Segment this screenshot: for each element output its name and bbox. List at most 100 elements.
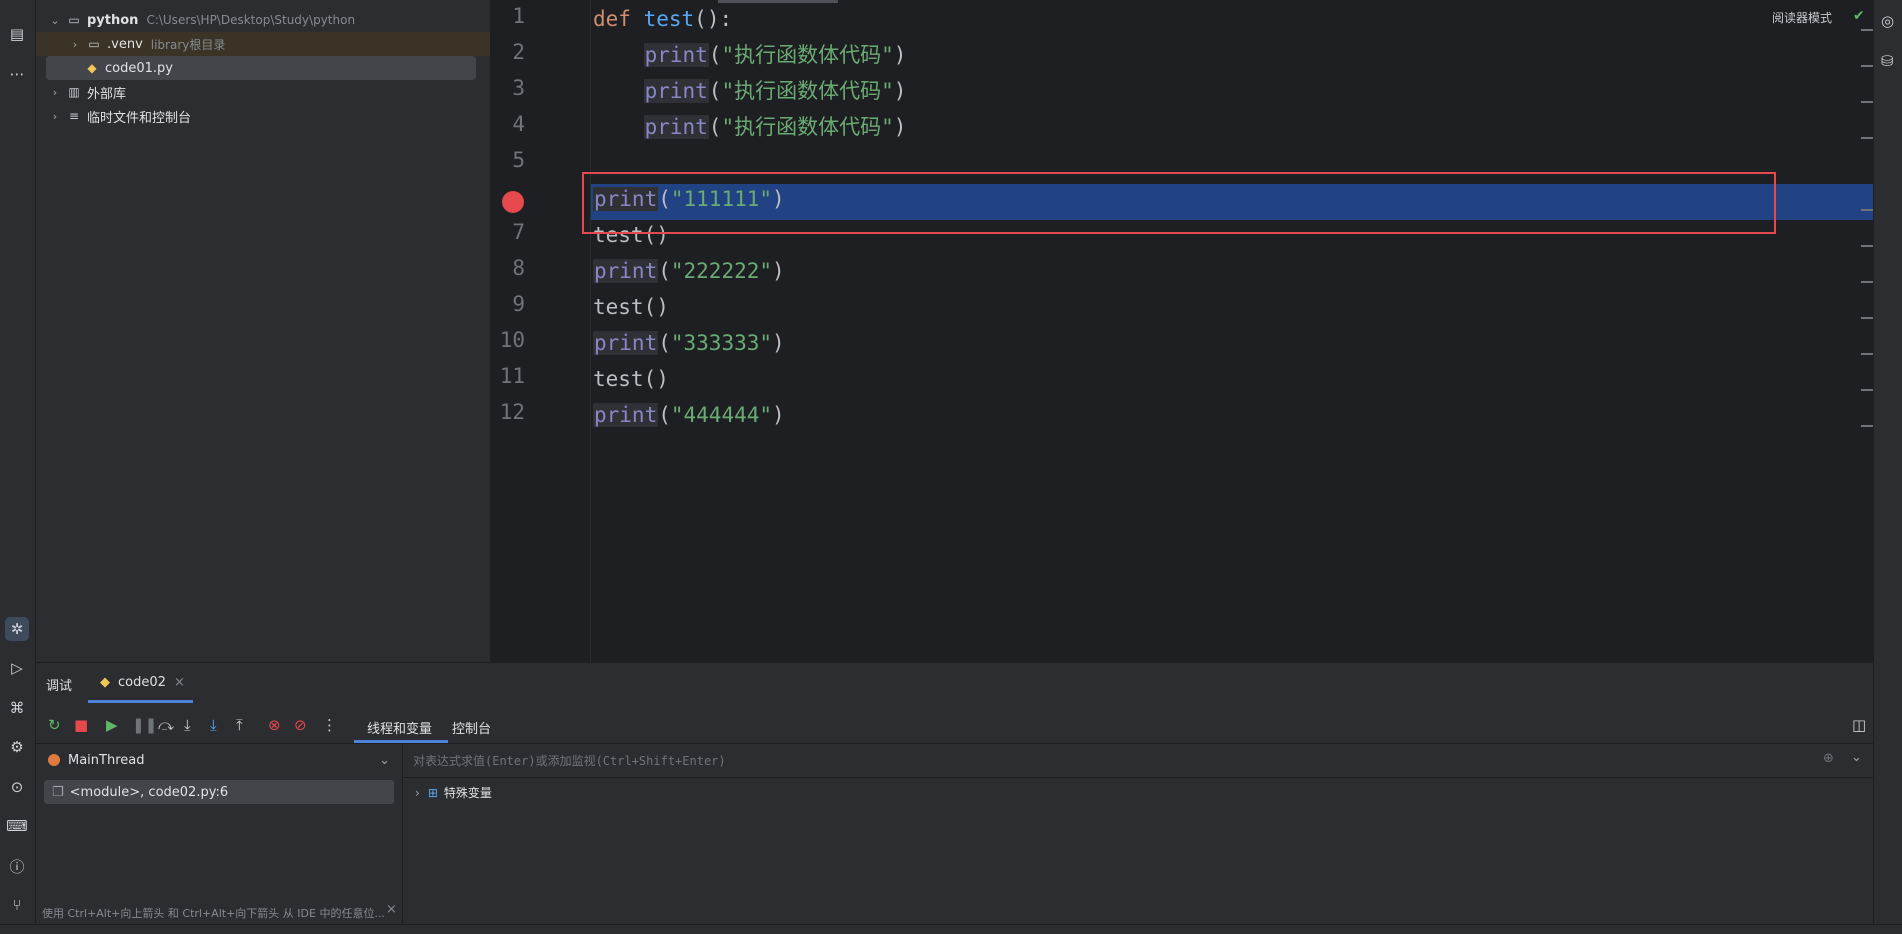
root-name: python	[87, 12, 139, 28]
tree-item-scratches[interactable]: › ≡ 临时文件和控制台	[36, 104, 490, 128]
pause-icon[interactable]: ❚❚	[132, 716, 157, 734]
frame-row[interactable]: ❐ <module>, code02.py:6	[44, 780, 394, 804]
python-file-icon: ◆	[100, 675, 110, 690]
chevron-down-icon[interactable]: ⌄	[1851, 750, 1862, 765]
resume-icon[interactable]: ▶	[106, 716, 118, 734]
terminal-icon[interactable]: ⌨	[5, 814, 29, 838]
more-icon[interactable]: ⋯	[5, 62, 29, 86]
code-line[interactable]: test()	[593, 361, 669, 397]
debug-title: 调试	[46, 679, 73, 694]
debug-toolbar: ↻ ■ ▶ ❚❚ ⤼ ⤓ ⤓ ⤒ ⊗ ⊘ ⋮ 线程和变量 控制台 ◫	[36, 707, 1873, 743]
git-icon[interactable]: ⑂	[5, 893, 29, 917]
line-gutter[interactable]: 1 2 3 4 5 7 8 9 10 11 12	[490, 0, 585, 662]
line-number[interactable]: 2	[490, 40, 525, 64]
scratches-icon: ≡	[68, 109, 80, 123]
code-line[interactable]: print("333333")	[593, 325, 785, 361]
python-packages-icon[interactable]: ⚙	[5, 735, 29, 759]
string-literal: "444444"	[670, 403, 773, 427]
code-line[interactable]: print("执行函数体代码")	[593, 37, 906, 73]
builtin-print: print	[643, 79, 709, 103]
line-number[interactable]: 4	[490, 112, 525, 136]
step-into-my-code-icon[interactable]: ⤓	[210, 716, 217, 734]
line-number[interactable]: 1	[490, 4, 525, 28]
reader-mode-button[interactable]: 阅读器模式	[1772, 9, 1832, 26]
activity-bar: ▤ ⋯ ✲ ▷ ⌘ ⚙ ⊙ ⌨ ⓘ ⑂	[0, 0, 36, 933]
chevron-right-icon[interactable]: ›	[415, 786, 420, 800]
string-literal: "执行函数体代码"	[721, 79, 894, 103]
tree-root[interactable]: ⌄ ▭ python C:\Users\HP\Desktop\Study\pyt…	[36, 8, 490, 32]
scrollbar-mark	[1861, 245, 1873, 247]
venv-hint: library根目录	[150, 37, 226, 52]
library-icon: ▥	[68, 85, 80, 99]
project-icon[interactable]: ▤	[5, 22, 29, 46]
close-icon[interactable]: ×	[174, 675, 185, 690]
builtin-print: print	[593, 331, 659, 355]
editor-scroll-indicator	[718, 0, 838, 3]
tree-item-venv[interactable]: › ▭ .venv library根目录	[36, 32, 490, 56]
eval-placeholder: 对表达式求值(Enter)或添加监视(Ctrl+Shift+Enter)	[413, 754, 726, 768]
chevron-right-icon[interactable]: ›	[68, 38, 82, 51]
code-line[interactable]: print("444444")	[593, 397, 785, 433]
tree-item-code01[interactable]: ◆ code01.py	[46, 56, 476, 80]
folder-icon: ▭	[88, 37, 100, 51]
debug-icon[interactable]: ✲	[5, 617, 29, 641]
services-icon[interactable]: ⊙	[5, 775, 29, 799]
code-line[interactable]: def test():	[593, 1, 732, 37]
python-file-icon: ◆	[87, 61, 97, 75]
thread-selector[interactable]: MainThread ⌄	[36, 744, 402, 776]
step-into-icon[interactable]: ⤓	[184, 716, 191, 734]
punctuation: (	[708, 43, 722, 67]
run-icon[interactable]: ▷	[5, 656, 29, 680]
code-line[interactable]: print("执行函数体代码")	[593, 109, 906, 145]
line-number[interactable]: 3	[490, 76, 525, 100]
python-console-icon[interactable]: ⌘	[5, 696, 29, 720]
scrollbar-mark	[1861, 101, 1873, 103]
line-number[interactable]: 9	[490, 292, 525, 316]
code-line[interactable]: print("执行函数体代码")	[593, 73, 906, 109]
code-line[interactable]: print("222222")	[593, 253, 785, 289]
scrollbar-mark	[1861, 389, 1873, 391]
scrollbar-mark	[1861, 137, 1873, 139]
close-icon[interactable]: ×	[386, 902, 397, 917]
line-number[interactable]: 10	[490, 328, 525, 352]
tab-threads-variables[interactable]: 线程和变量	[367, 718, 432, 737]
step-out-icon[interactable]: ⤒	[236, 716, 243, 734]
chevron-right-icon[interactable]: ›	[48, 110, 62, 123]
punctuation: )	[772, 259, 785, 283]
line-number[interactable]: 12	[490, 400, 525, 424]
tab-console[interactable]: 控制台	[452, 718, 491, 737]
stop-icon[interactable]: ■	[74, 716, 88, 734]
punctuation: (	[658, 259, 671, 283]
chevron-right-icon[interactable]: ›	[48, 86, 62, 99]
line-number[interactable]: 5	[490, 148, 525, 172]
rerun-icon[interactable]: ↻	[48, 716, 61, 734]
more-icon[interactable]: ⋮	[322, 716, 337, 734]
tree-item-external[interactable]: › ▥ 外部库	[36, 80, 490, 104]
threads-pane: MainThread ⌄ ❐ <module>, code02.py:6 使用 …	[36, 743, 403, 926]
variables-pane: 对表达式求值(Enter)或添加监视(Ctrl+Shift+Enter) ⊕ ⌄…	[403, 743, 1873, 926]
string-literal: "执行函数体代码"	[721, 115, 894, 139]
line-number[interactable]: 7	[490, 220, 525, 244]
builtin-print: print	[643, 115, 709, 139]
scrollbar-mark	[1861, 281, 1873, 283]
line-number[interactable]: 11	[490, 364, 525, 388]
layout-icon[interactable]: ◫	[1852, 716, 1866, 734]
view-breakpoints-icon[interactable]: ⊗	[268, 716, 281, 734]
chevron-down-icon[interactable]: ⌄	[48, 14, 62, 27]
mute-breakpoints-icon[interactable]: ⊘	[294, 716, 307, 734]
database-icon[interactable]: ⛁	[1881, 52, 1894, 70]
code-line[interactable]: test()	[593, 289, 669, 325]
ai-assistant-icon[interactable]: ◎	[1881, 12, 1894, 30]
add-watch-icon[interactable]: ⊕	[1823, 751, 1834, 766]
special-vars-label: 特殊变量	[443, 786, 492, 800]
punctuation: )	[893, 115, 907, 139]
eval-expression-input[interactable]: 对表达式求值(Enter)或添加监视(Ctrl+Shift+Enter) ⊕ ⌄	[403, 744, 1873, 778]
chevron-down-icon[interactable]: ⌄	[379, 753, 390, 768]
step-over-icon[interactable]: ⤼	[158, 716, 174, 734]
special-vars-row[interactable]: › ⊞ 特殊变量	[415, 784, 492, 801]
breakpoint-icon[interactable]	[502, 191, 524, 213]
keyword: def	[593, 7, 631, 31]
problems-icon[interactable]: ⓘ	[5, 854, 29, 878]
line-number[interactable]: 8	[490, 256, 525, 280]
tab-code02[interactable]: code02	[118, 675, 166, 690]
